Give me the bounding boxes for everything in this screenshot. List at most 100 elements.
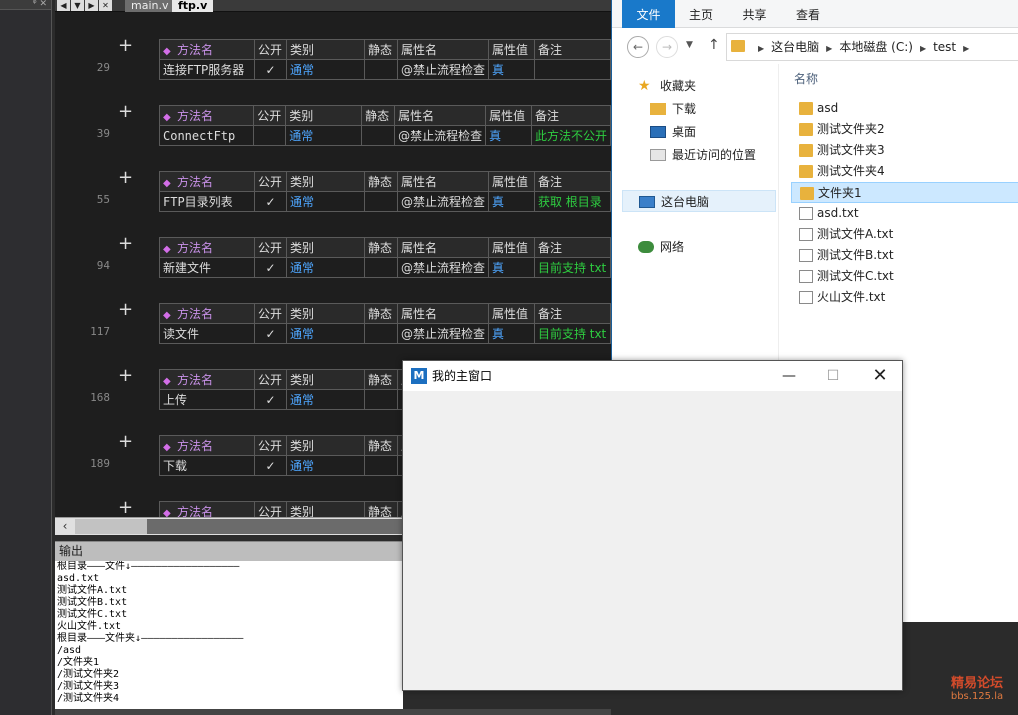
method-category-cell[interactable]: 通常 xyxy=(285,125,363,146)
file-item[interactable]: 测试文件A.txt xyxy=(791,224,1018,245)
method-name-cell[interactable]: ConnectFtp xyxy=(158,125,255,146)
method-category-cell[interactable]: 通常 xyxy=(285,257,365,278)
method-attr-value-cell[interactable]: 真 xyxy=(487,323,535,344)
method-attr-value-cell[interactable]: 真 xyxy=(487,257,535,278)
tab-ftp-v[interactable]: ftp.v xyxy=(172,0,214,12)
method-attr-name-cell[interactable]: @禁止流程检查 xyxy=(396,59,489,80)
history-dropdown-icon[interactable]: ▼ xyxy=(686,40,693,50)
expand-plus-icon[interactable]: + xyxy=(118,169,133,187)
folder-item[interactable]: 文件夹1 xyxy=(791,182,1018,203)
method-attr-value-cell[interactable]: 真 xyxy=(487,191,535,212)
ribbon-tab-home[interactable]: 主页 xyxy=(677,0,725,28)
bottom-panel-tabs[interactable] xyxy=(55,709,611,715)
method-note-cell[interactable]: 此方法不公开 xyxy=(530,125,611,146)
address-bar[interactable]: ▶ 这台电脑 ▶ 本地磁盘 (C:) ▶ test ▶ xyxy=(726,33,1018,61)
nav-desktop[interactable]: 桌面 xyxy=(650,121,696,143)
tab-next-icon[interactable]: ▼ xyxy=(71,0,84,11)
method-public-cell[interactable]: ✓ xyxy=(254,455,287,476)
forward-button[interactable]: → xyxy=(656,36,678,58)
tab-list-icon[interactable]: ▶ xyxy=(85,0,98,11)
dialog-titlebar[interactable]: M 我的主窗口 — ☐ ✕ xyxy=(403,361,902,391)
tab-close-icon[interactable]: ✕ xyxy=(99,0,112,11)
method-category-cell[interactable]: 通常 xyxy=(285,323,365,344)
method-category-cell[interactable]: 通常 xyxy=(286,389,365,410)
method-attr-name-cell[interactable]: @禁止流程检查 xyxy=(396,323,489,344)
breadcrumb-separator-icon[interactable]: ▶ xyxy=(913,44,933,53)
ribbon-tab-file[interactable]: 文件 xyxy=(622,0,675,28)
breadcrumb-local-disk[interactable]: 本地磁盘 (C:) xyxy=(839,40,913,54)
method-block[interactable]: +55 ◆ 方法名 公开 类别 静态 属性名 属性值 备注 FTP目录列表 ✓ 通常 @禁止流程检查真获… xyxy=(55,169,611,215)
method-public-cell[interactable] xyxy=(253,125,287,146)
scroll-thumb[interactable] xyxy=(75,519,147,534)
nav-favorites[interactable]: ★ 收藏夹 xyxy=(638,75,696,97)
method-attr-value-cell[interactable]: 真 xyxy=(487,59,535,80)
file-item[interactable]: 火山文件.txt xyxy=(791,287,1018,308)
file-item[interactable]: 测试文件B.txt xyxy=(791,245,1018,266)
nav-network[interactable]: 网络 xyxy=(638,236,684,258)
scroll-left-icon[interactable]: ‹ xyxy=(57,519,73,534)
breadcrumb-this-pc[interactable]: 这台电脑 xyxy=(771,40,819,54)
method-name-cell[interactable]: 上传 xyxy=(159,389,255,410)
back-button[interactable]: ← xyxy=(627,36,649,58)
method-static-cell[interactable] xyxy=(361,125,396,146)
maximize-button[interactable]: ☐ xyxy=(811,361,855,391)
method-note-cell[interactable] xyxy=(533,59,611,80)
method-static-cell[interactable] xyxy=(363,257,398,278)
method-name-cell[interactable]: 新建文件 xyxy=(159,257,255,278)
method-category-cell[interactable]: 通常 xyxy=(285,191,365,212)
method-static-cell[interactable] xyxy=(364,455,398,476)
method-public-cell[interactable]: ✓ xyxy=(253,191,287,212)
tab-prev-icon[interactable]: ◀ xyxy=(57,0,70,11)
up-button[interactable]: ↑ xyxy=(708,37,720,53)
panel-pin-close[interactable]: ᵠ ✕ xyxy=(0,0,51,10)
breadcrumb-separator-icon[interactable]: ▶ xyxy=(956,44,976,53)
method-note-cell[interactable]: 获取 根目录 xyxy=(533,191,611,212)
method-attr-value-cell[interactable]: 真 xyxy=(485,125,532,146)
method-public-cell[interactable]: ✓ xyxy=(253,323,287,344)
method-name-cell[interactable]: 读文件 xyxy=(159,323,255,344)
breadcrumb-separator-icon[interactable]: ▶ xyxy=(751,44,771,53)
method-attr-name-cell[interactable]: @禁止流程检查 xyxy=(396,191,489,212)
breadcrumb-test[interactable]: test xyxy=(933,40,956,54)
method-attr-name-cell[interactable]: @禁止流程检查 xyxy=(394,125,487,146)
nav-downloads[interactable]: 下载 xyxy=(650,98,696,120)
method-name-cell[interactable]: 下载 xyxy=(159,455,255,476)
ribbon-tab-view[interactable]: 查看 xyxy=(784,0,832,28)
folder-item[interactable]: 测试文件夹3 xyxy=(791,140,1018,161)
nav-recent[interactable]: 最近访问的位置 xyxy=(650,144,756,166)
method-attr-name-cell[interactable]: @禁止流程检查 xyxy=(396,257,489,278)
folder-item[interactable]: 测试文件夹4 xyxy=(791,161,1018,182)
expand-plus-icon[interactable]: + xyxy=(118,301,133,319)
folder-item[interactable]: 测试文件夹2 xyxy=(791,119,1018,140)
method-block[interactable]: +39 ◆ 方法名 公开 类别 静态 属性名 属性值 备注 ConnectFtp 通常 @禁止流程检查… xyxy=(55,103,611,149)
method-block[interactable]: +117 ◆ 方法名 公开 类别 静态 属性名 属性值 备注 读文件 ✓ 通常 @禁止流程检查真目前支持… xyxy=(55,301,611,347)
method-static-cell[interactable] xyxy=(363,191,398,212)
nav-this-pc[interactable]: 这台电脑 xyxy=(622,190,776,212)
ribbon-tab-share[interactable]: 共享 xyxy=(732,0,777,28)
method-static-cell[interactable] xyxy=(363,59,398,80)
method-name-cell[interactable]: FTP目录列表 xyxy=(159,191,255,212)
method-static-cell[interactable] xyxy=(364,389,398,410)
method-public-cell[interactable]: ✓ xyxy=(253,257,287,278)
column-header-name[interactable]: 名称 xyxy=(794,70,818,87)
method-note-cell[interactable]: 目前支持 txt xyxy=(533,257,611,278)
expand-plus-icon[interactable]: + xyxy=(118,433,133,451)
tab-main-v[interactable]: main.v xyxy=(125,0,175,12)
expand-plus-icon[interactable]: + xyxy=(118,235,133,253)
method-name-cell[interactable]: 连接FTP服务器 xyxy=(159,59,255,80)
file-item[interactable]: 测试文件C.txt xyxy=(791,266,1018,287)
method-public-cell[interactable]: ✓ xyxy=(254,389,287,410)
method-category-cell[interactable]: 通常 xyxy=(286,455,365,476)
expand-plus-icon[interactable]: + xyxy=(118,499,133,517)
method-public-cell[interactable]: ✓ xyxy=(253,59,287,80)
folder-item[interactable]: asd xyxy=(791,98,1018,119)
method-category-cell[interactable]: 通常 xyxy=(285,59,365,80)
minimize-button[interactable]: — xyxy=(767,361,811,391)
method-block[interactable]: +94 ◆ 方法名 公开 类别 静态 属性名 属性值 备注 新建文件 ✓ 通常 @禁止流程检查真目前支持… xyxy=(55,235,611,281)
method-static-cell[interactable] xyxy=(363,323,398,344)
output-panel[interactable]: 根目录———文件↓—————————————————— asd.txt 测试文件A.… xyxy=(55,561,403,709)
file-item[interactable]: asd.txt xyxy=(791,203,1018,224)
expand-plus-icon[interactable]: + xyxy=(118,37,133,55)
expand-plus-icon[interactable]: + xyxy=(118,367,133,385)
close-button[interactable]: ✕ xyxy=(858,361,902,391)
